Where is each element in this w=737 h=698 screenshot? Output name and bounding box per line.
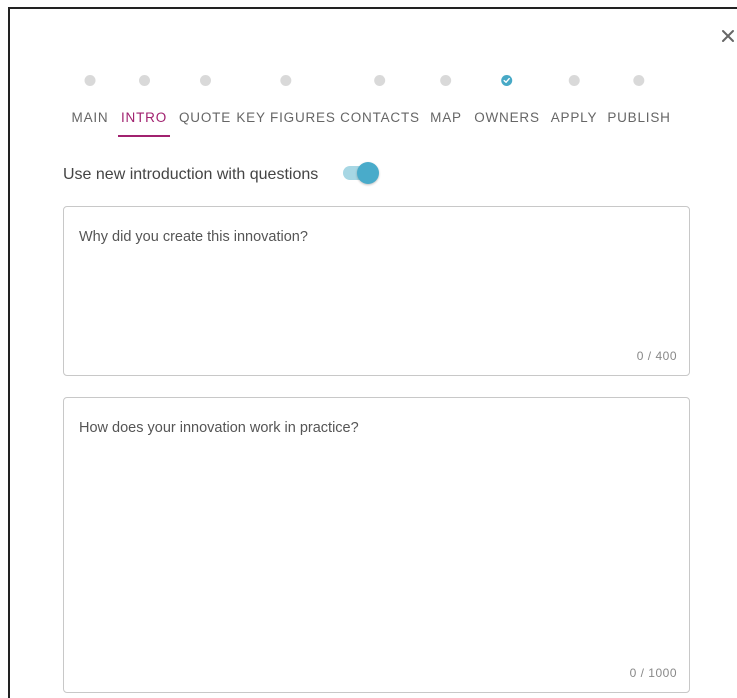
why-created-field: 0 / 400 xyxy=(63,206,690,376)
step-main[interactable]: MAIN xyxy=(72,75,109,125)
step-label: APPLY xyxy=(550,110,598,125)
step-label: OWNERS xyxy=(474,110,540,125)
step-dot xyxy=(280,75,292,86)
step-label: QUOTE xyxy=(178,110,232,125)
step-label: CONTACTS xyxy=(340,110,420,125)
step-map[interactable]: MAP xyxy=(430,75,462,125)
step-label: KEY FIGURES xyxy=(236,110,336,125)
step-label: INTRO xyxy=(121,110,167,125)
why-created-textarea[interactable] xyxy=(64,207,689,375)
step-dot xyxy=(84,75,96,86)
active-step-underline xyxy=(118,135,170,137)
step-dot xyxy=(374,75,386,86)
dialog: MAIN INTRO QUOTE KEY FIGURES CONTACTS MA… xyxy=(8,7,737,698)
step-contacts[interactable]: CONTACTS xyxy=(340,75,420,125)
step-dot xyxy=(138,75,150,86)
step-dot xyxy=(633,75,645,86)
step-dot xyxy=(568,75,580,86)
step-label: PUBLISH xyxy=(607,110,671,125)
step-label: MAIN xyxy=(71,110,109,125)
close-icon[interactable] xyxy=(720,28,736,44)
character-counter: 0 / 400 xyxy=(636,349,677,363)
check-icon xyxy=(501,75,513,86)
step-apply[interactable]: APPLY xyxy=(551,75,598,125)
toggle-knob xyxy=(357,162,379,184)
how-works-textarea[interactable] xyxy=(64,398,689,692)
toggle-label: Use new introduction with questions xyxy=(63,166,319,183)
step-owners[interactable]: OWNERS xyxy=(474,75,540,125)
step-publish[interactable]: PUBLISH xyxy=(607,75,670,125)
step-dot xyxy=(199,75,211,86)
step-intro[interactable]: INTRO xyxy=(118,75,170,137)
new-introduction-toggle[interactable] xyxy=(343,162,379,184)
how-works-field: 0 / 1000 xyxy=(63,397,690,693)
step-navigation: MAIN INTRO QUOTE KEY FIGURES CONTACTS MA… xyxy=(10,75,737,137)
character-counter: 0 / 1000 xyxy=(629,666,677,680)
step-key-figures[interactable]: KEY FIGURES xyxy=(236,75,335,125)
step-label: MAP xyxy=(430,110,462,125)
step-dot xyxy=(440,75,452,86)
step-quote[interactable]: QUOTE xyxy=(179,75,231,125)
